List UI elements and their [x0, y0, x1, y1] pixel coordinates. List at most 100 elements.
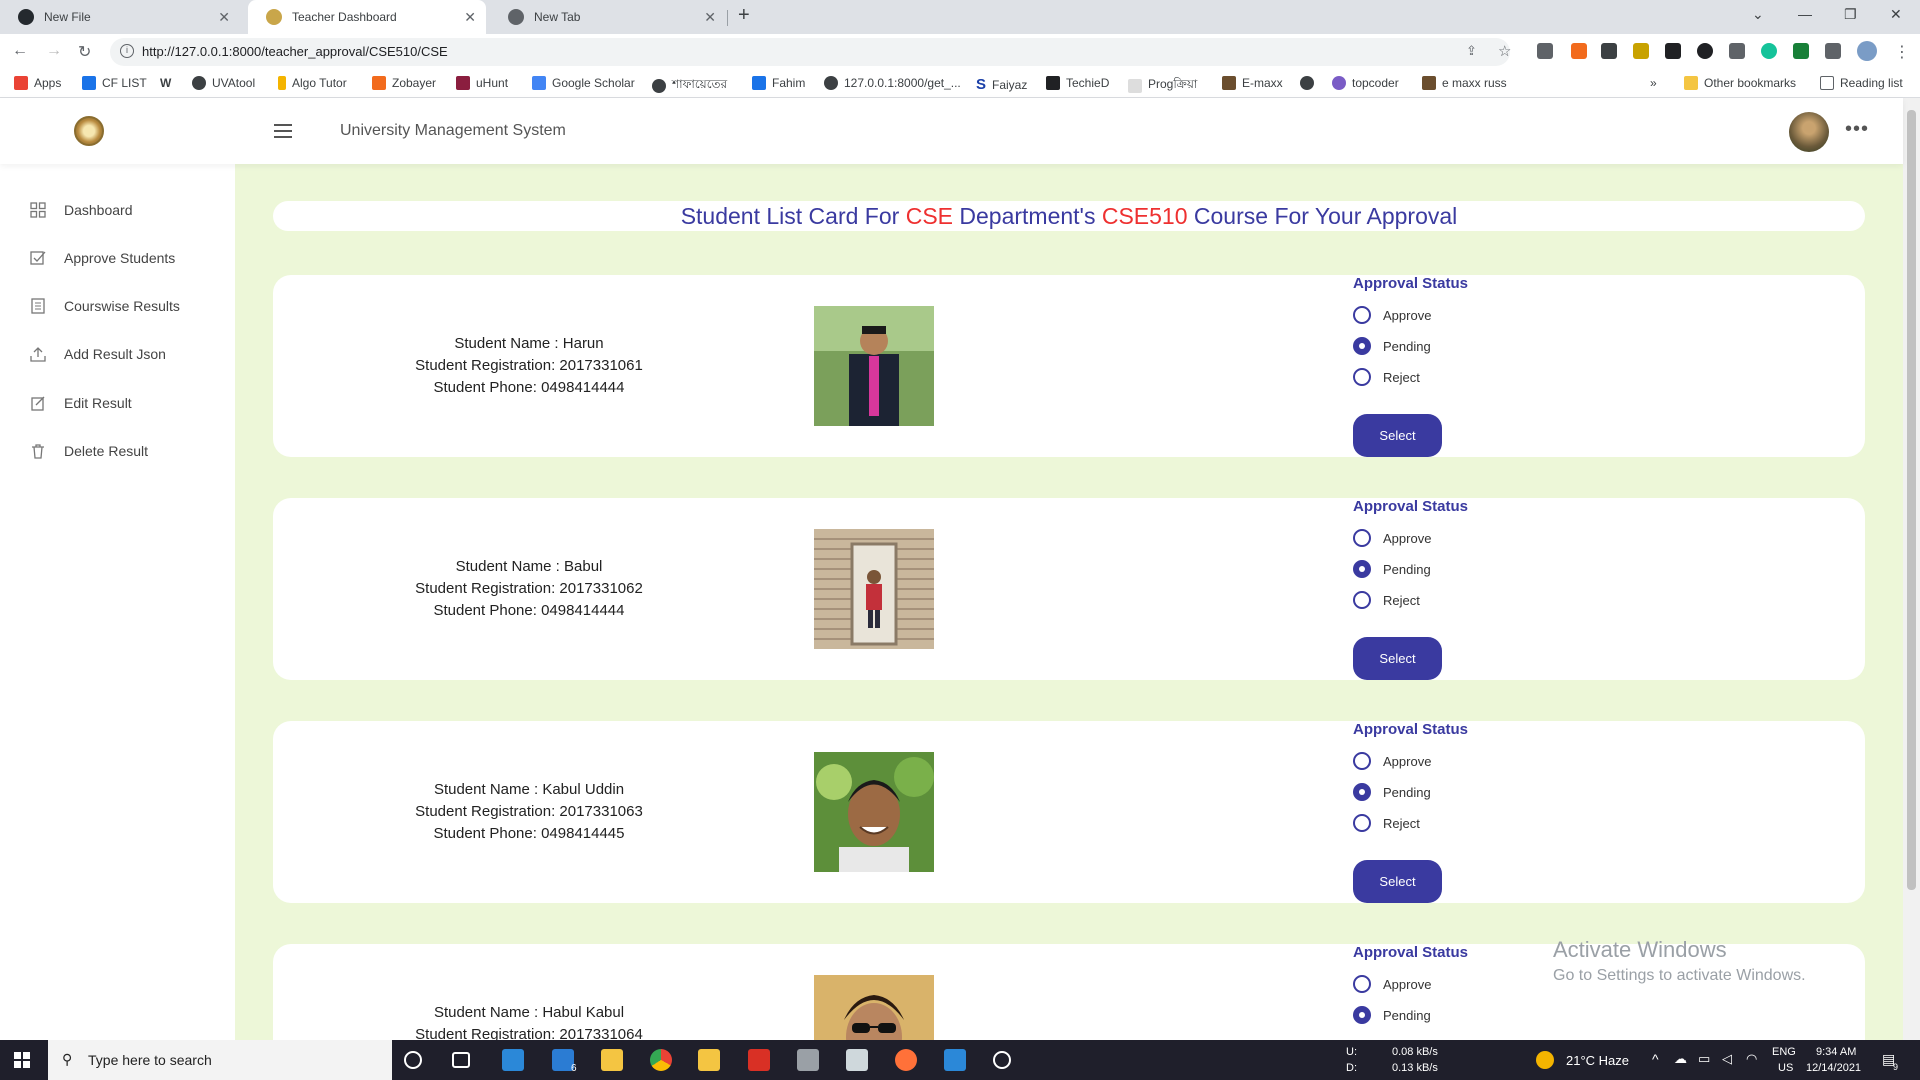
postgres-icon[interactable]	[797, 1049, 819, 1071]
reading-list-button[interactable]: Reading list	[1820, 76, 1903, 90]
weather-text[interactable]: 21°C Haze	[1566, 1053, 1629, 1068]
bookmark-faiyaz[interactable]: S Faiyaz	[976, 76, 1027, 93]
chrome-menu-icon[interactable]: ⋮	[1894, 42, 1910, 62]
bookmark-globe[interactable]	[1300, 76, 1320, 90]
approve-radio[interactable]	[1353, 975, 1371, 993]
tab-search-icon[interactable]: ⌄	[1752, 6, 1764, 23]
back-arrow-icon[interactable]: ←	[12, 42, 28, 60]
address-bar[interactable]: i http://127.0.0.1:8000/teacher_approval…	[110, 38, 1511, 66]
approve-option[interactable]: Approve	[1353, 306, 1431, 324]
extension-icon[interactable]	[1697, 43, 1713, 59]
show-hidden-icons-icon[interactable]: ^	[1652, 1051, 1659, 1067]
region-indicator[interactable]: US	[1778, 1062, 1793, 1074]
sidebar-item-edit-result[interactable]: Edit Result	[30, 395, 132, 411]
minimize-window-icon[interactable]: —	[1798, 6, 1812, 22]
pending-radio[interactable]	[1353, 560, 1371, 578]
extension-icon[interactable]	[1601, 43, 1617, 59]
wps-office-icon[interactable]	[748, 1049, 770, 1071]
select-button[interactable]: Select	[1353, 637, 1442, 680]
puzzle-icon[interactable]	[1825, 43, 1841, 59]
browser-tab-teacher-dashboard[interactable]: Teacher Dashboard ✕	[248, 0, 486, 34]
pending-radio[interactable]	[1353, 337, 1371, 355]
app-icon[interactable]	[846, 1049, 868, 1071]
chrome-icon[interactable]	[650, 1049, 672, 1071]
reload-icon[interactable]: ↻	[78, 42, 91, 62]
close-tab-icon[interactable]: ✕	[704, 9, 716, 26]
bookmark-progkriya[interactable]: Progক্রিয়া	[1128, 76, 1197, 96]
restore-window-icon[interactable]: ❐	[1844, 6, 1857, 23]
battery-icon[interactable]: ▭	[1698, 1051, 1710, 1067]
sidebar-item-add-result-json[interactable]: Add Result Json	[30, 346, 166, 362]
reject-option[interactable]: Reject	[1353, 368, 1420, 386]
browser-tab-new-tab[interactable]: New Tab ✕	[490, 0, 726, 34]
approve-option[interactable]: Approve	[1353, 529, 1431, 547]
reject-option[interactable]: Reject	[1353, 814, 1420, 832]
bookmark-wikipedia[interactable]: W	[160, 76, 171, 90]
firefox-icon[interactable]	[895, 1049, 917, 1071]
bookmark-topcoder[interactable]: topcoder	[1332, 76, 1399, 90]
close-tab-icon[interactable]: ✕	[464, 9, 476, 26]
extension-icon[interactable]	[1793, 43, 1809, 59]
microsoft-store-icon[interactable]	[502, 1049, 524, 1071]
share-icon[interactable]: ⇪	[1466, 43, 1477, 59]
sticky-notes-icon[interactable]	[698, 1049, 720, 1071]
vscode-icon[interactable]	[944, 1049, 966, 1071]
extension-icon[interactable]	[1729, 43, 1745, 59]
bookmark-cf-list[interactable]: CF LIST	[82, 76, 147, 90]
bookmark-apps[interactable]: Apps	[14, 76, 61, 90]
close-window-icon[interactable]: ✕	[1890, 6, 1902, 23]
bookmark-uhunt[interactable]: uHunt	[456, 76, 508, 90]
hamburger-menu-icon[interactable]	[274, 124, 292, 138]
reject-radio[interactable]	[1353, 591, 1371, 609]
taskbar-search-input[interactable]: ⚲ Type here to search	[48, 1040, 392, 1080]
more-options-icon[interactable]: •••	[1845, 118, 1869, 141]
language-indicator[interactable]: ENG	[1772, 1046, 1796, 1058]
approve-radio[interactable]	[1353, 306, 1371, 324]
extension-icon[interactable]	[1537, 43, 1553, 59]
reject-radio[interactable]	[1353, 368, 1371, 386]
bookmark-other-bookmarks[interactable]: Other bookmarks	[1684, 76, 1796, 90]
new-tab-button[interactable]: +	[738, 4, 750, 27]
university-logo[interactable]	[74, 116, 104, 146]
cortana-icon[interactable]	[404, 1051, 422, 1069]
browser-tab-new-file[interactable]: New File ✕	[0, 0, 240, 34]
weather-icon[interactable]	[1536, 1051, 1554, 1069]
bookmark-techied[interactable]: TechieD	[1046, 76, 1109, 90]
volume-icon[interactable]: ◁	[1722, 1051, 1732, 1067]
approve-radio[interactable]	[1353, 529, 1371, 547]
bookmark-uvatool[interactable]: UVAtool	[192, 76, 255, 90]
bookmark-google-scholar[interactable]: Google Scholar	[532, 76, 635, 90]
user-avatar[interactable]	[1789, 112, 1829, 152]
select-button[interactable]: Select	[1353, 860, 1442, 903]
extension-icon[interactable]	[1633, 43, 1649, 59]
sidebar-item-approve-students[interactable]: Approve Students	[30, 250, 175, 266]
pending-radio[interactable]	[1353, 783, 1371, 801]
wifi-icon[interactable]: ◠	[1746, 1051, 1757, 1067]
reject-radio[interactable]	[1353, 814, 1371, 832]
approve-option[interactable]: Approve	[1353, 752, 1431, 770]
onedrive-icon[interactable]: ☁	[1674, 1051, 1687, 1067]
site-info-icon[interactable]: i	[120, 44, 134, 58]
extension-icon[interactable]	[1665, 43, 1681, 59]
bookmark-localhost[interactable]: 127.0.0.1:8000/get_...	[824, 76, 961, 90]
select-button[interactable]: Select	[1353, 414, 1442, 457]
pending-option[interactable]: Pending	[1353, 783, 1431, 801]
bookmark-algo-tutor[interactable]: Algo Tutor	[278, 76, 347, 90]
sidebar-item-courswise-results[interactable]: Courswise Results	[30, 298, 180, 314]
page-scrollbar[interactable]	[1903, 98, 1920, 1040]
task-view-icon[interactable]	[452, 1052, 470, 1068]
close-tab-icon[interactable]: ✕	[218, 9, 230, 26]
scrollbar-thumb[interactable]	[1907, 110, 1916, 890]
pending-option[interactable]: Pending	[1353, 337, 1431, 355]
grammarly-icon[interactable]	[1761, 43, 1777, 59]
bookmark-emaxx-russ[interactable]: e maxx russ	[1422, 76, 1507, 90]
sidebar-item-dashboard[interactable]: Dashboard	[30, 202, 133, 218]
bookmark-shafayet[interactable]: শাফায়েতের	[652, 76, 727, 96]
clock-date[interactable]: 12/14/2021	[1806, 1062, 1861, 1074]
extension-icon[interactable]	[1571, 43, 1587, 59]
bookmark-fahim[interactable]: Fahim	[752, 76, 805, 90]
pending-option[interactable]: Pending	[1353, 1006, 1431, 1024]
forward-arrow-icon[interactable]: →	[46, 42, 62, 60]
bookmark-zobayer[interactable]: Zobayer	[372, 76, 436, 90]
pending-radio[interactable]	[1353, 1006, 1371, 1024]
